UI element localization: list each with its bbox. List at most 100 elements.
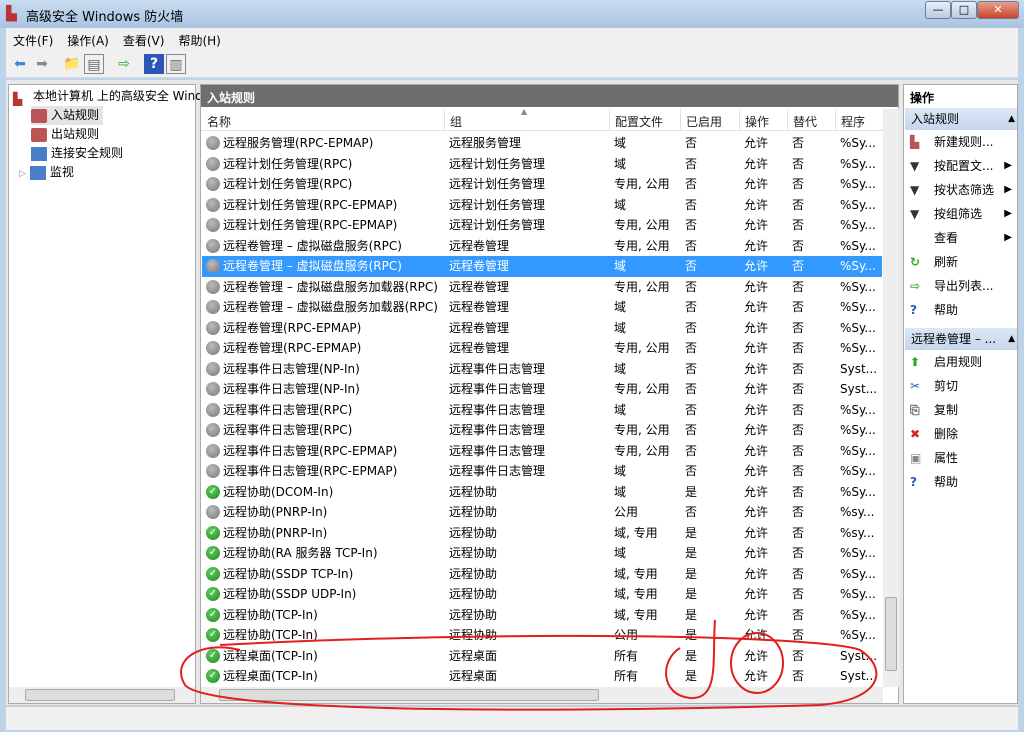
table-row[interactable]: 远程事件日志管理(RPC-EPMAP) 远程事件日志管理 专用, 公用否允许否 %Sy…: [202, 441, 882, 462]
column-divider[interactable]: [787, 109, 788, 131]
help-icon[interactable]: ?: [144, 54, 164, 74]
rule-program: Syst...: [840, 382, 878, 396]
action-item[interactable]: ? 帮助: [910, 298, 1014, 322]
table-row[interactable]: ✓ 远程协助(TCP-In) 远程协助 公用 是 允许 否 %Sy...: [202, 625, 882, 646]
column-header[interactable]: 组: [450, 113, 462, 130]
collapse-icon[interactable]: ▲: [1008, 328, 1015, 350]
column-header[interactable]: 配置文件: [615, 113, 663, 130]
column-header[interactable]: 操作: [745, 113, 769, 130]
rule-action: 允许: [744, 177, 769, 191]
table-row[interactable]: 远程卷管理 – 虚拟磁盘服务加载器(RPC) 远程卷管理 专用, 公用否允许否 %Sy…: [202, 277, 882, 298]
table-row[interactable]: 远程卷管理(RPC-EPMAP) 远程卷管理 域 否 允许 否 %Sy...: [202, 318, 882, 339]
tree-item-connection-security-rules[interactable]: 连接安全规则: [31, 144, 123, 163]
column-divider[interactable]: [444, 109, 445, 131]
table-row[interactable]: 远程卷管理 – 虚拟磁盘服务(RPC) 远程卷管理 专用, 公用否允许否 %Sy...: [202, 236, 882, 257]
tree-item-outbound-rules[interactable]: 出站规则: [31, 125, 99, 144]
table-row[interactable]: ✓ 远程桌面(TCP-In) 远程桌面 所有 是 允许 否 Syst...: [202, 646, 882, 667]
table-row[interactable]: 远程卷管理 – 虚拟磁盘服务(RPC) 远程卷管理 域 否 允许 否 %Sy...: [202, 256, 882, 277]
rule-group: 远程计划任务管理: [449, 156, 546, 171]
table-row[interactable]: 远程服务管理(RPC-EPMAP) 远程服务管理 域 否 允许 否 %Sy...: [202, 133, 882, 154]
table-row[interactable]: 远程协助(PNRP-In) 远程协助 公用 否 允许 否 %sy...: [202, 502, 882, 523]
column-divider[interactable]: [680, 109, 681, 131]
rule-program: %Sy...: [840, 300, 876, 314]
enabled-rule-icon: ✓: [206, 628, 220, 642]
rule-profile: 域: [614, 402, 627, 417]
table-row[interactable]: ✓ 远程协助(DCOM-In) 远程协助 域 是 允许 否 %Sy...: [202, 482, 882, 503]
rule-enabled: 否: [685, 402, 698, 417]
tree-label: 出站规则: [51, 127, 100, 141]
action-item[interactable]: ✂ 剪切: [910, 374, 1014, 398]
table-row[interactable]: 远程事件日志管理(RPC-EPMAP) 远程事件日志管理 域 否 允许 否 %Sy...: [202, 461, 882, 482]
tree-item-inbound-rules[interactable]: 入站规则: [31, 106, 104, 125]
table-row[interactable]: ✓ 远程协助(SSDP TCP-In) 远程协助 域, 专用 是 允许 否 %Sy...: [202, 564, 882, 585]
table-row[interactable]: ✓ 远程协助(PNRP-In) 远程协助 域, 专用 是 允许 否 %sy...: [202, 523, 882, 544]
back-icon[interactable]: ⬅: [10, 54, 30, 74]
rule-group: 远程协助: [449, 505, 498, 519]
column-divider[interactable]: [835, 109, 836, 131]
horizontal-scrollbar[interactable]: [201, 687, 883, 703]
minimize-button[interactable]: —: [925, 1, 951, 19]
column-divider[interactable]: [739, 109, 740, 131]
action-label: 剪切: [934, 379, 959, 393]
forward-icon[interactable]: ➡: [32, 54, 52, 74]
table-row[interactable]: 远程事件日志管理(RPC) 远程事件日志管理 域 否 允许 否 %Sy...: [202, 400, 882, 421]
action-item[interactable]: 查看 ▶: [910, 226, 1014, 250]
close-button[interactable]: ✕: [977, 1, 1019, 19]
actions-section-inbound[interactable]: 入站规则 ▲: [905, 108, 1017, 130]
column-header[interactable]: 程序: [841, 113, 865, 130]
column-header[interactable]: 替代: [793, 113, 817, 130]
action-item[interactable]: ⇨ 导出列表...: [910, 274, 1014, 298]
show-hide-action-pane-icon[interactable]: ▥: [166, 54, 186, 74]
action-item[interactable]: ? 帮助: [910, 470, 1014, 494]
table-row[interactable]: 远程计划任务管理(RPC-EPMAP) 远程计划任务管理 专用, 公用 否 允许 否 %Sy…: [202, 215, 882, 236]
maximize-button[interactable]: □: [951, 1, 977, 19]
rule-name: 远程卷管理 – 虚拟磁盘服务(RPC): [223, 259, 402, 273]
action-item[interactable]: ↻ 刷新: [910, 250, 1014, 274]
collapse-icon[interactable]: ▲: [1008, 108, 1015, 130]
table-row[interactable]: ✓ 远程协助(SSDP UDP-In) 远程协助 域, 专用 是 允许 否 %Sy...: [202, 584, 882, 605]
action-item[interactable]: ▼ 按状态筛选 ▶: [910, 178, 1014, 202]
table-row[interactable]: 远程计划任务管理(RPC) 远程计划任务管理 域 否 允许 否 %Sy...: [202, 154, 882, 175]
rule-program: %Sy...: [840, 177, 876, 191]
table-row[interactable]: 远程卷管理 – 虚拟磁盘服务加载器(RPC) 远程卷管理 域 否 允许 否 %Sy...: [202, 297, 882, 318]
table-row[interactable]: ✓ 远程协助(RA 服务器 TCP-In) 远程协助 域 是 允许 否 %Sy...: [202, 543, 882, 564]
column-header[interactable]: 名称: [207, 113, 231, 130]
actions-section-selected-rule[interactable]: 远程卷管理 – ... ▲: [905, 328, 1017, 350]
table-row[interactable]: ✓ 远程桌面(TCP-In) 远程桌面 所有 是 允许 否 Syst...: [202, 666, 882, 687]
tree-item-monitoring[interactable]: ▷ 监视: [19, 163, 74, 182]
action-item[interactable]: ▼ 按组筛选 ▶: [910, 202, 1014, 226]
action-item[interactable]: ⬆ 启用规则: [910, 350, 1014, 374]
rule-enabled: 否: [685, 136, 698, 150]
column-divider[interactable]: [609, 109, 610, 131]
action-item[interactable]: ▣ 属性: [910, 446, 1014, 470]
up-folder-icon[interactable]: 📁: [62, 54, 82, 74]
action-item[interactable]: ✖ 删除: [910, 422, 1014, 446]
show-hide-tree-icon[interactable]: ▤: [84, 54, 104, 74]
rule-program: %sy...: [840, 525, 875, 540]
rule-profile: 域: [614, 136, 627, 150]
table-row[interactable]: 远程事件日志管理(NP-In) 远程事件日志管理 专用, 公用 否 允许 否 Syst...: [202, 379, 882, 400]
action-item[interactable]: ▙ 新建规则...: [910, 130, 1014, 154]
scroll-thumb[interactable]: [219, 689, 599, 701]
action-item[interactable]: ⎘ 复制: [910, 398, 1014, 422]
scroll-thumb[interactable]: [25, 689, 175, 701]
rule-program: Syst...: [840, 669, 878, 683]
table-row[interactable]: 远程卷管理(RPC-EPMAP) 远程卷管理 专用, 公用 否 允许 否 %Sy...: [202, 338, 882, 359]
scroll-thumb[interactable]: [885, 597, 897, 671]
tree-root[interactable]: ▙ 本地计算机 上的高级安全 Windows: [13, 87, 226, 106]
export-icon[interactable]: ⇨: [114, 54, 134, 74]
action-item[interactable]: ▼ 按配置文... ▶: [910, 154, 1014, 178]
table-row[interactable]: 远程计划任务管理(RPC-EPMAP) 远程计划任务管理 域 否 允许 否 %Sy...: [202, 195, 882, 216]
column-header[interactable]: 已启用: [686, 113, 722, 130]
table-row[interactable]: ✓ 远程协助(TCP-In) 远程协助 域, 专用 是 允许 否 %Sy...: [202, 605, 882, 626]
tree-horizontal-scrollbar[interactable]: [9, 687, 195, 703]
table-row[interactable]: 远程计划任务管理(RPC) 远程计划任务管理 专用, 公用 否 允许 否 %Sy...: [202, 174, 882, 195]
vertical-scrollbar[interactable]: [883, 109, 899, 687]
rule-group: 远程卷管理: [449, 238, 510, 253]
rule-name: 远程事件日志管理(RPC): [223, 402, 353, 417]
table-row[interactable]: 远程事件日志管理(RPC) 远程事件日志管理 专用, 公用 否 允许 否 %Sy...: [202, 420, 882, 441]
table-row[interactable]: 远程事件日志管理(NP-In) 远程事件日志管理 域 否 允许 否 Syst...: [202, 359, 882, 380]
rule-action: 允许: [744, 669, 769, 683]
rule-program: %Sy...: [840, 628, 876, 642]
expand-arrow-icon[interactable]: ▷: [19, 169, 26, 179]
